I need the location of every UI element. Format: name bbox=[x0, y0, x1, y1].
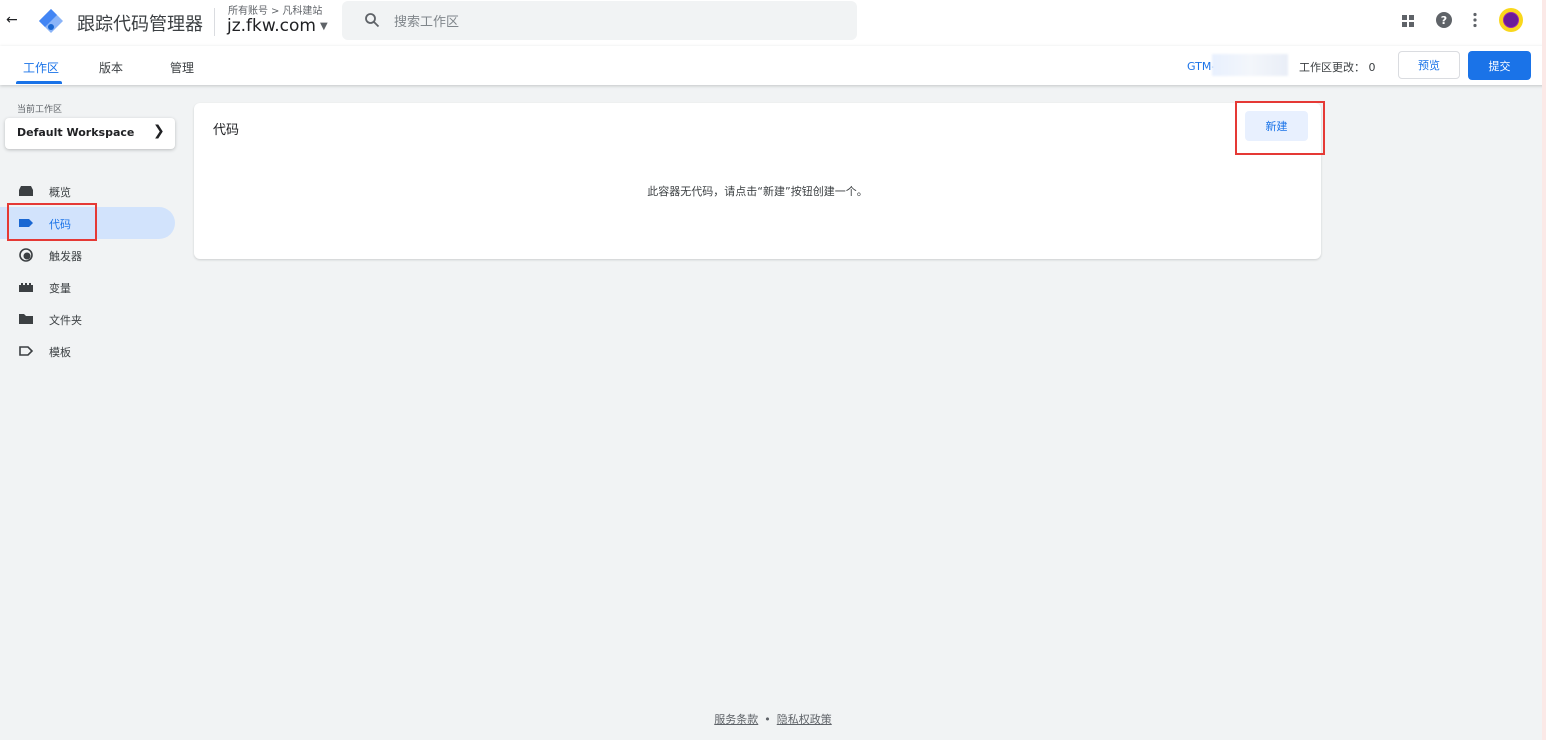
gtm-logo bbox=[39, 9, 63, 33]
caret-down-icon: ▼ bbox=[319, 20, 328, 32]
sidebar-item-label: 文件夹 bbox=[49, 314, 82, 327]
sidebar-item-label: 变量 bbox=[49, 282, 71, 295]
current-workspace-label: 当前工作区 bbox=[17, 105, 63, 115]
avatar[interactable] bbox=[1499, 8, 1523, 32]
overview-icon bbox=[19, 186, 33, 196]
template-icon bbox=[19, 346, 34, 356]
trigger-icon bbox=[19, 248, 33, 262]
workspace-selector[interactable]: Default Workspace ❯ bbox=[5, 118, 175, 149]
svg-text:?: ? bbox=[1441, 14, 1447, 27]
highlight-box bbox=[7, 203, 97, 241]
card-title: 代码 bbox=[213, 123, 240, 138]
container-selector[interactable]: jz.fkw.com ▼ bbox=[227, 16, 328, 36]
workspace-changes: 工作区更改： 0 bbox=[1299, 61, 1376, 74]
empty-state-message: 此容器无代码，请点击“新建”按钮创建一个。 bbox=[647, 185, 868, 198]
breadcrumb[interactable]: 所有账号 > 凡科建站 bbox=[228, 2, 322, 17]
sidebar-item-variables[interactable]: 变量 bbox=[0, 271, 175, 303]
tab-workspace[interactable]: 工作区 bbox=[23, 59, 59, 76]
workspace-tabs-bar: 工作区 版本 管理 GTM- 工作区更改： 0 预览 提交 bbox=[0, 46, 1546, 85]
footer-separator: • bbox=[764, 713, 771, 726]
window-edge bbox=[1542, 0, 1546, 740]
tags-card: 代码 新建 此容器无代码，请点击“新建”按钮创建一个。 bbox=[194, 103, 1321, 259]
privacy-link[interactable]: 隐私权政策 bbox=[777, 713, 832, 726]
sidebar-item-triggers[interactable]: 触发器 bbox=[0, 239, 175, 271]
search-input[interactable] bbox=[392, 11, 816, 33]
sidebar-item-label: 模板 bbox=[49, 346, 71, 359]
search-icon bbox=[365, 13, 380, 28]
redacted-id bbox=[1212, 54, 1288, 76]
active-tab-indicator bbox=[16, 81, 62, 84]
terms-link[interactable]: 服务条款 bbox=[714, 713, 758, 726]
workspace-name: Default Workspace bbox=[17, 126, 135, 139]
sidebar-item-folders[interactable]: 文件夹 bbox=[0, 303, 175, 335]
app-title: 跟踪代码管理器 bbox=[77, 14, 203, 35]
footer: 服务条款 • 隐私权政策 bbox=[0, 711, 1546, 727]
sidebar-item-label: 触发器 bbox=[49, 250, 82, 263]
variable-icon bbox=[19, 283, 33, 292]
apps-grid-icon[interactable] bbox=[1400, 13, 1416, 29]
more-vert-icon[interactable] bbox=[1467, 11, 1483, 29]
tab-versions[interactable]: 版本 bbox=[99, 59, 123, 76]
folder-icon bbox=[19, 314, 33, 324]
sidebar-item-label: 概览 bbox=[49, 186, 71, 199]
help-icon[interactable]: ? bbox=[1435, 11, 1453, 29]
arrow-back-icon[interactable]: ← bbox=[6, 12, 18, 28]
submit-button[interactable]: 提交 bbox=[1468, 51, 1531, 80]
tab-admin[interactable]: 管理 bbox=[170, 59, 194, 76]
chevron-right-icon: ❯ bbox=[153, 123, 165, 139]
search-box[interactable] bbox=[342, 1, 857, 40]
divider bbox=[214, 8, 215, 36]
preview-button[interactable]: 预览 bbox=[1398, 51, 1460, 79]
sidebar-item-templates[interactable]: 模板 bbox=[0, 335, 175, 367]
container-name: jz.fkw.com bbox=[227, 16, 316, 36]
highlight-box bbox=[1235, 101, 1325, 155]
top-app-bar: ← 跟踪代码管理器 所有账号>凡科建站 jz.fkw.com▼ ? bbox=[0, 0, 1546, 47]
